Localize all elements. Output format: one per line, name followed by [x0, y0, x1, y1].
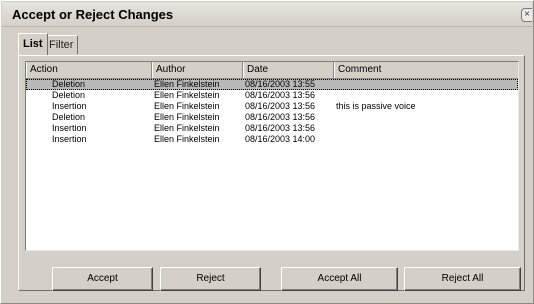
- cell-author: Ellen Finkelstein: [154, 90, 220, 100]
- cell-date: 08/16/2003 13:55: [245, 79, 316, 89]
- column-header-date[interactable]: Date: [243, 62, 334, 78]
- cell-action: Deletion: [52, 79, 86, 89]
- cell-author: Ellen Finkelstein: [154, 123, 220, 133]
- tab-list[interactable]: List: [18, 33, 48, 55]
- table-row[interactable]: Deletion Ellen Finkelstein 08/16/2003 13:5…: [26, 79, 518, 90]
- list-rows: Deletion Ellen Finkelstein 08/16/2003 13:5…: [26, 79, 518, 145]
- cell-date: 08/16/2003 13:56: [245, 112, 316, 122]
- changes-list[interactable]: Action Author Date Comment Deletion Ellen…: [25, 61, 519, 251]
- cell-author: Ellen Finkelstein: [154, 112, 220, 122]
- list-header: Action Author Date Comment: [26, 62, 518, 79]
- cell-action: Deletion: [52, 90, 86, 100]
- title-bar[interactable]: Accept or Reject Changes ×: [2, 2, 532, 27]
- reject-all-button[interactable]: Reject All: [404, 267, 521, 291]
- close-icon[interactable]: ×: [521, 8, 532, 22]
- cell-date: 08/16/2003 14:00: [245, 134, 316, 144]
- cell-date: 08/16/2003 13:56: [245, 90, 316, 100]
- cell-date: 08/16/2003 13:56: [245, 123, 316, 133]
- column-header-comment[interactable]: Comment: [334, 62, 518, 78]
- cell-action: Insertion: [52, 134, 87, 144]
- table-row[interactable]: Insertion Ellen Finkelstein 08/16/2003 13:…: [26, 123, 518, 134]
- table-row[interactable]: Insertion Ellen Finkelstein 08/16/2003 13:…: [26, 101, 518, 112]
- tab-filter[interactable]: Filter: [44, 35, 79, 54]
- cell-action: Insertion: [52, 123, 87, 133]
- list-panel: Action Author Date Comment Deletion Ellen…: [18, 55, 525, 291]
- cell-comment: this is passive voice: [336, 101, 416, 111]
- reject-button[interactable]: Reject: [160, 267, 261, 291]
- accept-button[interactable]: Accept: [52, 267, 153, 291]
- cell-action: Insertion: [52, 101, 87, 111]
- cell-author: Ellen Finkelstein: [154, 134, 220, 144]
- cell-date: 08/16/2003 13:56: [245, 101, 316, 111]
- column-header-author[interactable]: Author: [152, 62, 243, 78]
- table-row[interactable]: Insertion Ellen Finkelstein 08/16/2003 14:…: [26, 134, 518, 145]
- cell-author: Ellen Finkelstein: [154, 101, 220, 111]
- cell-action: Deletion: [52, 112, 86, 122]
- accept-reject-dialog: Accept or Reject Changes × List Filter A…: [0, 0, 534, 304]
- cell-author: Ellen Finkelstein: [154, 79, 220, 89]
- table-row[interactable]: Deletion Ellen Finkelstein 08/16/2003 13:5…: [26, 112, 518, 123]
- accept-all-button[interactable]: Accept All: [281, 267, 398, 291]
- dialog-title: Accept or Reject Changes: [12, 7, 174, 22]
- column-header-action[interactable]: Action: [26, 62, 152, 78]
- table-row[interactable]: Deletion Ellen Finkelstein 08/16/2003 13:5…: [26, 90, 518, 101]
